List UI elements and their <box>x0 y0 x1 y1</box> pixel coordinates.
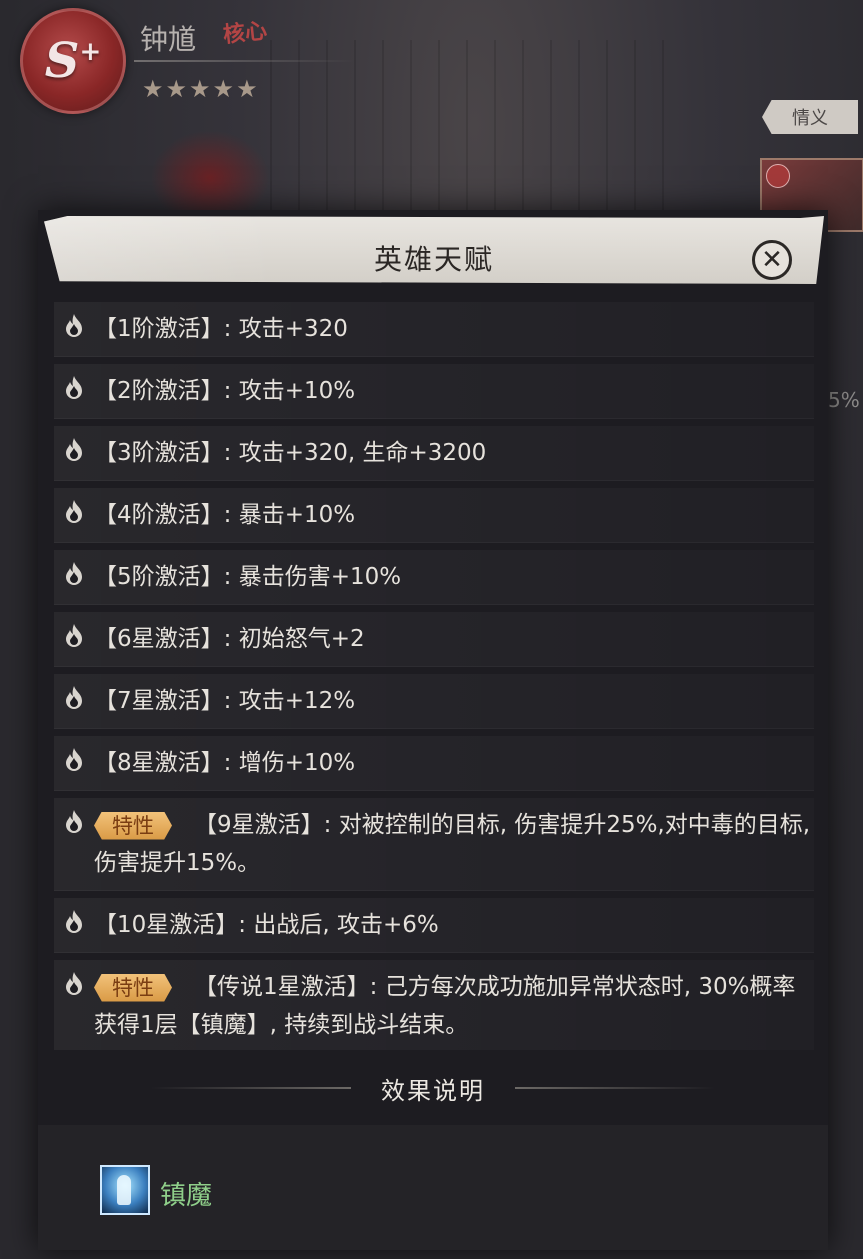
tab-friendship[interactable]: 情义 <box>762 100 858 134</box>
talent-row: 【7星激活】: 攻击+12% <box>54 674 814 729</box>
talent-text-block: 【1阶激活】: 攻击+320 <box>88 310 814 348</box>
star-icon: ★ <box>165 75 188 103</box>
talent-text: 【10星激活】: 出战后, 攻击+6% <box>94 912 439 938</box>
trait-tag: 特性 <box>94 811 172 840</box>
flame-icon <box>60 970 88 998</box>
talent-text-block: 【6星激活】: 初始怒气+2 <box>88 620 814 658</box>
divider <box>515 1087 715 1089</box>
talent-text: 【8星激活】: 增伤+10% <box>94 750 356 776</box>
talent-text-block: 【8星激活】: 增伤+10% <box>88 744 814 782</box>
talent-text: 【9星激活】: 对被控制的目标, 伤害提升25%,对中毒的目标, 伤害提升15%… <box>94 812 811 876</box>
talent-row: 【10星激活】: 出战后, 攻击+6% <box>54 898 814 953</box>
divider <box>151 1087 351 1089</box>
effect-section-title: 效果说明 <box>381 1076 485 1105</box>
buff-icon[interactable] <box>100 1165 150 1215</box>
flame-icon <box>60 808 88 836</box>
talent-row: 【8星激活】: 增伤+10% <box>54 736 814 791</box>
flame-icon <box>60 312 88 340</box>
flame-icon <box>60 498 88 526</box>
talent-text: 【1阶激活】: 攻击+320 <box>94 316 348 342</box>
talent-list[interactable]: 【1阶激活】: 攻击+320 【2阶激活】: 攻击+10% 【3阶激活】: 攻击+3… <box>54 302 814 1050</box>
flame-icon <box>60 684 88 712</box>
flame-icon <box>60 560 88 588</box>
talent-text-block: 特性 【传说1星激活】: 己方每次成功施加异常状态时, 30%概率获得1层【镇魔】… <box>88 968 814 1044</box>
talent-text-block: 【3阶激活】: 攻击+320, 生命+3200 <box>88 434 814 472</box>
talent-text-block: 特性 【9星激活】: 对被控制的目标, 伤害提升25%,对中毒的目标, 伤害提升1… <box>88 806 814 882</box>
effect-section-header: 效果说明 <box>38 1068 828 1108</box>
talent-text: 【4阶激活】: 暴击+10% <box>94 502 356 528</box>
flame-icon <box>60 908 88 936</box>
name-divider <box>134 60 354 62</box>
talent-text: 【3阶激活】: 攻击+320, 生命+3200 <box>94 440 487 466</box>
star-icon: ★ <box>212 75 235 103</box>
talent-text-block: 【4阶激活】: 暴击+10% <box>88 496 814 534</box>
star-icon: ★ <box>142 75 164 103</box>
talent-text: 【7星激活】: 攻击+12% <box>94 688 356 714</box>
rank-badge: S+ <box>20 8 126 114</box>
talent-row: 特性 【9星激活】: 对被控制的目标, 伤害提升25%,对中毒的目标, 伤害提升1… <box>54 798 814 891</box>
talent-row: 【3阶激活】: 攻击+320, 生命+3200 <box>54 426 814 481</box>
background-ornament <box>270 40 690 210</box>
star-icon: ★ <box>236 75 258 103</box>
talent-text-block: 【5阶激活】: 暴击伤害+10% <box>88 558 814 596</box>
talent-row: 【5阶激活】: 暴击伤害+10% <box>54 550 814 605</box>
talent-text: 【5阶激活】: 暴击伤害+10% <box>94 564 402 590</box>
hero-name: 钟馗 <box>140 23 197 56</box>
talent-text: 【传说1星激活】: 己方每次成功施加异常状态时, 30%概率获得1层【镇魔】, … <box>94 974 796 1038</box>
star-rating: ★ ★ ★ ★ ★ <box>142 76 258 102</box>
talent-row: 【6星激活】: 初始怒气+2 <box>54 612 814 667</box>
talent-text: 【2阶激活】: 攻击+10% <box>94 378 356 404</box>
talent-text: 【6星激活】: 初始怒气+2 <box>94 626 365 652</box>
trait-tag: 特性 <box>94 973 172 1002</box>
talent-row: 【4阶激活】: 暴击+10% <box>54 488 814 543</box>
flame-icon <box>60 374 88 402</box>
talent-row: 【1阶激活】: 攻击+320 <box>54 302 814 357</box>
modal-header: 英雄天赋 ✕ <box>44 216 824 284</box>
talent-text-block: 【2阶激活】: 攻击+10% <box>88 372 814 410</box>
side-percent: 5% <box>828 388 860 412</box>
talent-row: 特性 【传说1星激活】: 己方每次成功施加异常状态时, 30%概率获得1层【镇魔】… <box>54 960 814 1050</box>
flame-icon <box>60 436 88 464</box>
talent-row: 【2阶激活】: 攻击+10% <box>54 364 814 419</box>
flame-icon <box>60 622 88 650</box>
close-icon[interactable]: ✕ <box>752 240 792 280</box>
background-flame <box>150 130 270 210</box>
modal-title: 英雄天赋 <box>373 243 494 276</box>
star-icon: ★ <box>189 75 211 103</box>
side-card-rank-icon <box>766 164 790 188</box>
talent-text-block: 【10星激活】: 出战后, 攻击+6% <box>88 906 814 944</box>
talent-text-block: 【7星激活】: 攻击+12% <box>88 682 814 720</box>
effect-area: 镇魔 <box>38 1125 828 1250</box>
buff-name[interactable]: 镇魔 <box>160 1175 212 1212</box>
core-seal: 核心 <box>221 17 269 49</box>
talent-modal: 英雄天赋 ✕ 【1阶激活】: 攻击+320 【2阶激活】: 攻击+10% 【3阶激活… <box>38 210 828 1250</box>
flame-icon <box>60 746 88 774</box>
